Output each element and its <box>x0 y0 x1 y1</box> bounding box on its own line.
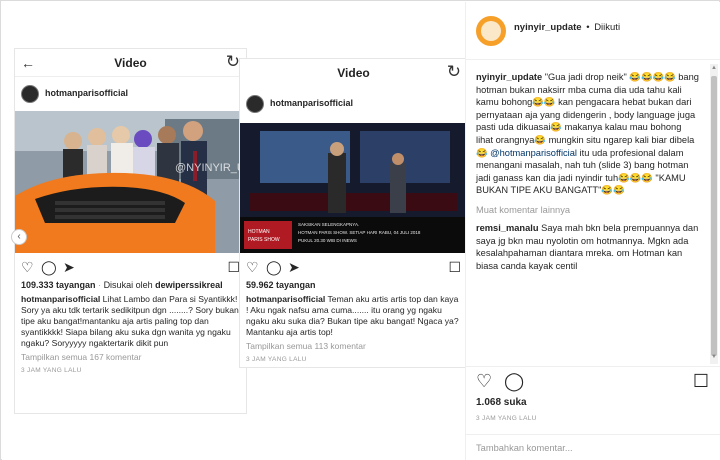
add-comment-bar[interactable]: Tambahkan komentar... <box>466 434 720 460</box>
caption-comment: nyinyir_update "Gua jadi drop neik" 😂😂😂😂… <box>476 71 701 197</box>
tv-show-photo: HOTMAN PARIS SHOW SAKSIKAN SELENGKAPNYA.… <box>240 123 465 253</box>
comment-username[interactable]: nyinyir_update <box>476 72 542 82</box>
carousel-prev-button[interactable]: ‹ <box>11 229 27 245</box>
bookmark-icon: ☐ <box>448 259 461 275</box>
heart-icon: ♡ <box>21 259 34 275</box>
scroll-down-icon[interactable]: ▼ <box>711 354 717 360</box>
watermark: @NYINYIR_UPDATE <box>175 162 246 174</box>
comments-scrollbar[interactable] <box>710 64 718 364</box>
add-comment-input[interactable]: Tambahkan komentar... <box>476 443 573 453</box>
shot1-more-comments: Tampilkan semua 167 komentar <box>21 352 142 362</box>
post-actions: ♡ ◯ ☐ <box>466 366 720 396</box>
lambo-photo: @NYINYIR_UPDATE <box>15 111 246 253</box>
mention-link[interactable]: @hotmanparisofficial <box>490 148 577 158</box>
svg-text:SAKSIKAN SELENGKAPNYA.: SAKSIKAN SELENGKAPNYA. <box>298 222 359 227</box>
author-username[interactable]: nyinyir_update <box>514 22 582 33</box>
shot2-caption-user: hotmanparisofficial <box>246 294 326 304</box>
shot1-user-row: hotmanparisofficial <box>15 77 246 111</box>
shot1-caption-user: hotmanparisofficial <box>21 294 101 304</box>
comment-icon: ◯ <box>41 259 57 275</box>
shot1-views: 109.333 tayangan <box>21 280 96 290</box>
heart-icon[interactable]: ♡ <box>476 371 492 392</box>
post-header: nyinyir_update • Diikuti <box>466 2 720 60</box>
shot1-actions: ♡ ◯ ➤ ☐ <box>15 257 246 279</box>
scroll-up-icon[interactable]: ▲ <box>711 65 717 71</box>
share-icon: ➤ <box>288 259 300 275</box>
bookmark-icon[interactable]: ☐ <box>693 371 709 392</box>
shot2-topbar: Video ↻ <box>240 59 465 87</box>
comments-list: nyinyir_update "Gua jadi drop neik" 😂😂😂😂… <box>466 61 709 366</box>
embedded-screenshot-1: ← Video ↻ hotmanparisofficial @NYINYIR_ … <box>11 48 247 414</box>
post-time: 3 JAM YANG LALU <box>476 415 537 422</box>
avatar <box>246 95 264 113</box>
svg-text:PUKUL 20.30 WIB DI INEWS: PUKUL 20.30 WIB DI INEWS <box>298 238 357 243</box>
shot2-user-row: hotmanparisofficial <box>240 87 465 121</box>
shot2-username: hotmanparisofficial <box>270 98 354 108</box>
scroll-thumb[interactable] <box>711 76 717 356</box>
shot2-photo: HOTMAN PARIS SHOW SAKSIKAN SELENGKAPNYA.… <box>240 123 465 253</box>
likes-count[interactable]: 1.068 suka <box>476 397 527 408</box>
shot2-caption: hotmanparisofficial Teman aku artis arti… <box>240 291 465 338</box>
shot1-liked-user: dewiperssikreal <box>155 280 223 290</box>
avatar <box>21 85 39 103</box>
svg-text:HOTMAN PARIS SHOW. SETIAP HARI: HOTMAN PARIS SHOW. SETIAP HARI RABU, 04 … <box>298 230 421 235</box>
shot1-photo: @NYINYIR_UPDATE <box>15 111 246 253</box>
comment-icon: ◯ <box>266 259 282 275</box>
avatar[interactable] <box>476 16 506 46</box>
embedded-screenshot-2: Video ↻ hotmanparisofficial HOTMAN PARIS… <box>239 58 465 368</box>
shot1-caption: hotmanparisofficial Lihat Lambo dan Para… <box>15 291 246 349</box>
post-author: nyinyir_update • Diikuti <box>514 22 621 33</box>
comment-item: remsi_manalu Saya mah bkn bela prempuann… <box>476 222 701 272</box>
post-media[interactable]: ← Video ↻ hotmanparisofficial @NYINYIR_ … <box>2 2 465 460</box>
shot2-title: Video <box>337 66 370 80</box>
shot1-meta: 109.333 tayangan · Disukai oleh dewipers… <box>21 280 223 290</box>
comment-icon[interactable]: ◯ <box>504 371 524 392</box>
shot1-title: Video <box>114 56 147 70</box>
shot1-topbar: ← Video ↻ <box>15 49 246 77</box>
shot2-views: 59.962 tayangan <box>246 280 316 290</box>
shot1-time: 3 JAM YANG LALU <box>21 367 82 374</box>
follow-status-button[interactable]: Diikuti <box>594 22 620 33</box>
post-frame: ← Video ↻ hotmanparisofficial @NYINYIR_ … <box>0 0 720 460</box>
shot1-username: hotmanparisofficial <box>45 88 129 98</box>
share-icon: ➤ <box>63 259 75 275</box>
shot2-more-comments: Tampilkan semua 113 komentar <box>246 341 366 351</box>
comment-text: "Gua jadi drop neik" 😂😂😂😂 bang hotman bu… <box>476 72 699 158</box>
load-more-comments-button[interactable]: Muat komentar lainnya <box>476 205 701 215</box>
svg-text:PARIS SHOW: PARIS SHOW <box>248 237 280 243</box>
shot2-actions: ♡ ◯ ➤ ☐ <box>240 257 465 279</box>
post-side-panel: nyinyir_update • Diikuti nyinyir_update … <box>465 2 720 460</box>
comment-username[interactable]: remsi_manalu <box>476 223 539 233</box>
shot2-time: 3 JAM YANG LALU <box>246 356 307 363</box>
heart-icon: ♡ <box>246 259 259 275</box>
shot1-liked-prefix: Disukai oleh <box>103 280 153 290</box>
shot2-meta: 59.962 tayangan <box>240 279 465 291</box>
svg-text:HOTMAN: HOTMAN <box>248 229 270 235</box>
refresh-icon: ↻ <box>446 62 461 81</box>
refresh-icon: ↻ <box>225 52 240 71</box>
